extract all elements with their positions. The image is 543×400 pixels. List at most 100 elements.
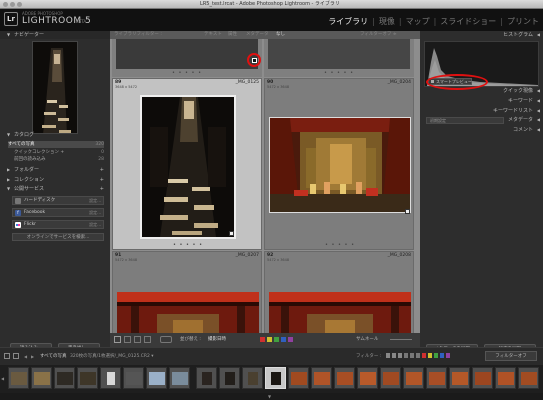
add-service-icon[interactable]: + [100,185,104,193]
collapse-filmstrip-arrow-icon[interactable]: ▼ [268,394,271,399]
forward-arrow-icon[interactable]: ▶ [31,354,34,359]
flag-icon[interactable] [252,58,257,63]
filmstrip-thumb[interactable] [196,367,217,389]
catalog-item-all-photos[interactable]: すべての写真 320 [8,141,104,148]
color-label-purple[interactable] [288,337,293,342]
catalog-item-quick-collection[interactable]: クイックコレクション + 0 [8,149,104,156]
develop-badge-icon[interactable] [405,209,410,214]
filmstrip-thumb[interactable] [472,367,493,389]
filmstrip-thumb[interactable] [449,367,470,389]
flag-filter-icon[interactable] [398,353,402,358]
service-setup[interactable]: 設定... [89,197,101,205]
filmstrip-thumb[interactable] [334,367,355,389]
metadata-header[interactable]: メタデータ ◀ [420,116,543,124]
filmstrip-thumb[interactable] [380,367,401,389]
filmstrip-thumb-selected[interactable] [265,367,286,389]
rating-stars[interactable]: • • • • • [167,71,207,76]
keywording-header[interactable]: キーワード ◀ [420,97,543,105]
keyword-list-header[interactable]: キーワードリスト ◀ [420,107,543,115]
filmstrip-thumb[interactable] [357,367,378,389]
collections-panel[interactable]: ▶ コレクション + [0,176,110,184]
color-label-blue[interactable] [281,337,286,342]
filter-none[interactable]: なし [276,31,285,39]
color-filter-blue[interactable] [440,353,444,358]
filmstrip-thumb[interactable] [403,367,424,389]
filter-preset[interactable]: フィルターオフ ≑ [360,31,397,39]
color-label-red[interactable] [260,337,265,342]
navigator-preview[interactable] [32,41,78,134]
painter-icon[interactable] [160,336,172,343]
filmstrip-thumb[interactable] [146,367,167,389]
histogram-header[interactable]: ヒストグラム ◀ [420,31,543,39]
grid-cell-partial[interactable]: • • • • • [264,39,414,77]
color-label-green[interactable] [274,337,279,342]
filmstrip-thumb[interactable] [8,367,29,389]
filmstrip-thumb[interactable] [169,367,190,389]
module-print[interactable]: プリント [507,16,539,27]
filmstrip-thumb[interactable] [77,367,98,389]
module-develop[interactable]: 現像 [379,16,395,27]
survey-view-icon[interactable] [144,336,151,343]
filmstrip-thumb[interactable] [426,367,447,389]
filmstrip-thumb[interactable] [518,367,539,389]
grid-cell-partial[interactable]: • • • • • [112,39,262,77]
grid-view-small-icon[interactable] [13,353,19,359]
service-setup[interactable]: 設定... [89,209,101,217]
zoom-window-button[interactable] [17,2,22,7]
grid-view-icon[interactable] [114,336,121,343]
color-filter-yellow[interactable] [428,353,432,358]
folders-panel[interactable]: ▶ フォルダー + [0,166,110,174]
navigator-header[interactable]: ▼ ナビゲーター [0,31,110,39]
secondary-display-icon[interactable] [4,353,10,359]
filmstrip-thumb[interactable] [242,367,263,389]
filmstrip-info[interactable]: 320枚の写真/1枚選択/_MG_0125.CR2 ▾ [70,353,154,359]
filmstrip-thumb[interactable] [219,367,240,389]
star-filter-icon[interactable] [410,353,414,358]
catalog-item-previous-import[interactable]: 前回の読み込み 28 [8,156,104,163]
grid-cell-selected[interactable]: 89 _MG_0125 3648 x 5472 • • • • • [112,78,262,250]
filmstrip-thumb[interactable] [288,367,309,389]
sort-dropdown[interactable]: 撮影日時 [208,336,226,342]
rating-stars[interactable]: • • • • • [319,71,359,76]
comments-header[interactable]: コメント ◀ [420,126,543,134]
filter-attribute[interactable]: 属性 [228,31,237,39]
catalog-header[interactable]: ▼ カタログ [0,131,110,139]
color-filter-purple[interactable] [446,353,450,358]
module-slideshow[interactable]: スライドショー [440,16,496,27]
filmstrip-thumb[interactable] [495,367,516,389]
service-setup[interactable]: 設定... [89,221,101,229]
filmstrip-thumb[interactable] [311,367,332,389]
minimize-window-button[interactable] [10,2,15,7]
rating-stars[interactable]: • • • • • [320,243,360,248]
compare-view-icon[interactable] [134,336,141,343]
loupe-view-icon[interactable] [124,336,131,343]
filter-metadata[interactable]: メタデータ [246,31,269,39]
scroll-left-icon[interactable]: ◀ [1,376,4,381]
close-window-button[interactable] [3,2,8,7]
filmstrip-thumb[interactable] [100,367,121,389]
find-more-services-button[interactable]: オンラインでサービスを検索... [12,233,104,241]
color-label-yellow[interactable] [267,337,272,342]
add-collection-icon[interactable]: + [100,176,104,184]
filmstrip-filter-dropdown[interactable]: フィルターオフ [485,351,537,361]
module-map[interactable]: マップ [406,16,430,27]
star-filter-icon[interactable] [416,353,420,358]
filmstrip-source[interactable]: すべての写真 [40,353,67,359]
service-flickr[interactable]: Flickr 設定... [12,220,104,229]
add-folder-icon[interactable]: + [100,166,104,174]
module-library[interactable]: ライブラリ [328,16,368,27]
thumbnail-size-slider[interactable] [390,339,412,340]
publish-services-panel[interactable]: ▼ 公開サービス + [0,185,110,193]
flag-filter-icon[interactable] [386,353,390,358]
back-arrow-icon[interactable]: ◀ [24,354,27,359]
color-filter-green[interactable] [434,353,438,358]
star-filter-icon[interactable] [404,353,408,358]
rating-stars[interactable]: • • • • • [168,243,208,248]
flag-filter-icon[interactable] [392,353,396,358]
filmstrip-thumb[interactable] [31,367,52,389]
grid-cell[interactable]: 90 _MG_0204 5472 x 3648 • • • • • [264,78,414,250]
service-hard-drive[interactable]: ハードディスク 設定... [12,196,104,205]
filmstrip-thumb[interactable] [123,367,144,389]
filter-text[interactable]: テキスト [204,31,222,39]
color-filter-red[interactable] [422,353,426,358]
